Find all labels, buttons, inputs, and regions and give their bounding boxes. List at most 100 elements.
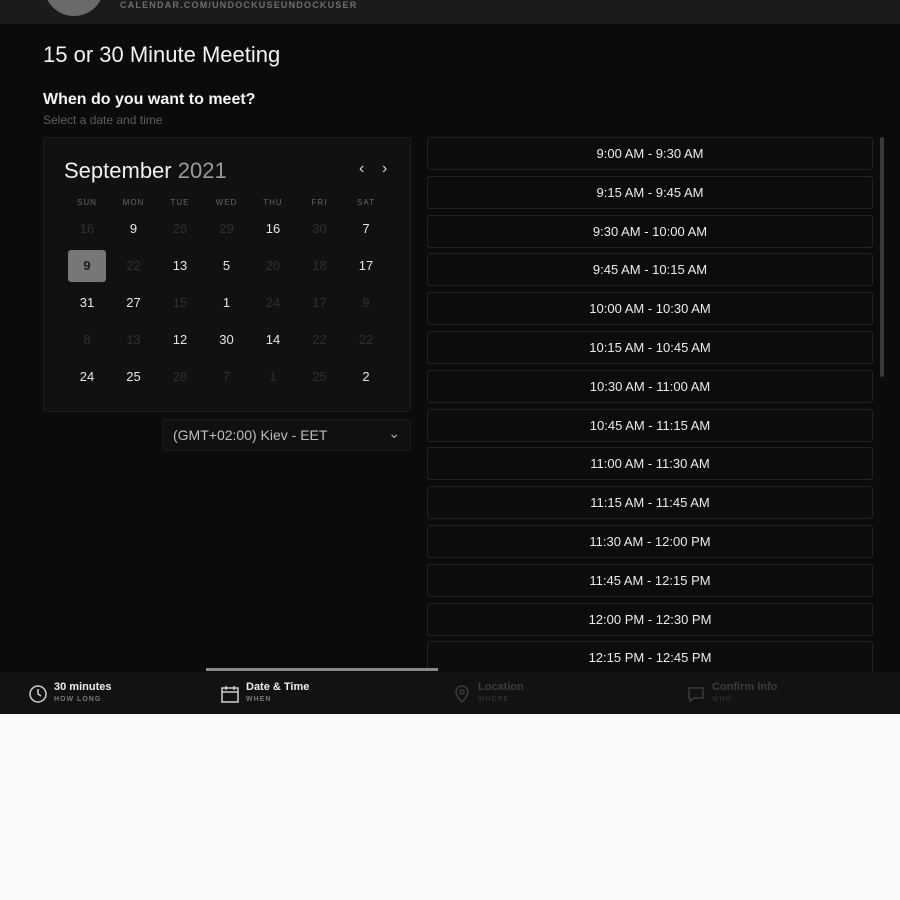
unavailable-day: 22: [358, 332, 374, 347]
calendar-week-row: 9 22 13 5 20 18 17: [64, 250, 388, 282]
unavailable-day: 20: [265, 258, 281, 273]
step-sublabel: HOW LONG: [54, 696, 102, 703]
chevron-right-icon: ›: [382, 160, 388, 177]
time-slot-button[interactable]: 10:45 AM - 11:15 AM: [427, 408, 873, 442]
time-slot-button[interactable]: 12:00 PM - 12:30 PM: [427, 602, 873, 636]
available-day[interactable]: 17: [347, 250, 385, 282]
step-confirm-info[interactable]: Confirm Info WHO: [686, 681, 866, 711]
timezone-select[interactable]: (GMT+02:00) Kiev - EET ⌄: [162, 419, 411, 451]
step-date-time[interactable]: Date & Time WHEN: [220, 681, 400, 711]
calendar-week-row: 16 9 26 29 16 30 7: [64, 213, 388, 243]
unavailable-day: 26: [172, 221, 188, 236]
location-pin-icon: [452, 684, 472, 709]
time-slot-button[interactable]: 10:30 AM - 11:00 AM: [427, 369, 873, 403]
available-day[interactable]: 9: [115, 213, 153, 245]
weekday-label: SUN: [77, 198, 97, 207]
calendar-icon: [220, 684, 240, 709]
time-slot-button[interactable]: 11:00 AM - 11:30 AM: [427, 447, 873, 481]
unavailable-day: 30: [312, 221, 327, 236]
unavailable-day: 22: [312, 332, 327, 347]
weekday-header: SUN MON TUE WED THU FRI SAT: [64, 198, 388, 210]
time-slot-button[interactable]: 9:30 AM - 10:00 AM: [427, 214, 873, 248]
available-day[interactable]: 7: [347, 213, 385, 245]
top-bar: CALENDAR.COM/UNDOCKUSEUNDOCKUSER: [0, 0, 900, 24]
available-day[interactable]: 2: [347, 361, 385, 393]
step-sublabel: WHO: [712, 696, 733, 703]
unavailable-day: 9: [362, 295, 370, 310]
calendar-week-row: 8 13 12 30 14 22 22: [64, 324, 388, 354]
available-day[interactable]: 16: [254, 213, 292, 245]
time-slot-button[interactable]: 9:15 AM - 9:45 AM: [427, 175, 873, 209]
available-day[interactable]: 1: [208, 287, 246, 319]
month-year-label: September 2021: [64, 158, 227, 184]
unavailable-day: 24: [265, 295, 281, 310]
time-slot-button[interactable]: 12:15 PM - 12:45 PM: [427, 641, 873, 672]
available-day[interactable]: 30: [208, 324, 246, 356]
next-month-button[interactable]: ›: [382, 160, 387, 178]
available-day[interactable]: 24: [68, 361, 106, 393]
time-slot-button[interactable]: 9:00 AM - 9:30 AM: [427, 137, 873, 170]
prev-month-button[interactable]: ‹: [359, 160, 364, 178]
unavailable-day: 22: [126, 258, 141, 273]
step-sublabel: WHERE: [478, 696, 510, 703]
time-slot-button[interactable]: 11:15 AM - 11:45 AM: [427, 486, 873, 520]
section-subtitle: Select a date and time: [43, 113, 163, 127]
calendar-week-row: 31 27 15 1 24 17 9: [64, 287, 388, 317]
step-progress-indicator: [206, 668, 438, 671]
unavailable-day: 16: [79, 221, 95, 236]
unavailable-day: 7: [222, 369, 231, 384]
step-30-minutes[interactable]: 30 minutes HOW LONG: [28, 681, 208, 711]
calendar-url: CALENDAR.COM/UNDOCKUSEUNDOCKUSER: [120, 0, 358, 10]
available-day[interactable]: 25: [115, 361, 153, 393]
chat-icon: [686, 684, 706, 709]
unavailable-day: 13: [126, 332, 141, 347]
available-day[interactable]: 14: [254, 324, 292, 356]
step-label: Date & Time: [246, 681, 310, 693]
available-day[interactable]: 13: [161, 250, 199, 282]
weekday-label: SAT: [357, 198, 375, 207]
unavailable-day: 29: [219, 221, 234, 236]
available-day[interactable]: 12: [161, 324, 199, 356]
step-label: Location: [478, 681, 524, 693]
avatar: [44, 0, 104, 16]
unavailable-day: 28: [172, 369, 188, 384]
unavailable-day: 1: [269, 369, 277, 384]
weekday-label: THU: [263, 198, 283, 207]
step-location[interactable]: Location WHERE: [452, 681, 632, 711]
available-day[interactable]: 27: [115, 287, 153, 319]
available-day[interactable]: 5: [208, 250, 246, 282]
booking-steps-bar: 30 minutes HOW LONG Date & Time WHEN Locatio…: [0, 672, 900, 714]
year-label: 2021: [177, 158, 227, 183]
calendar-week-row: 24 25 28 7 1 25 2: [64, 361, 388, 391]
time-slot-button[interactable]: 11:45 AM - 12:15 PM: [427, 563, 873, 597]
chevron-left-icon: ‹: [359, 160, 365, 177]
section-heading: When do you want to meet?: [43, 91, 256, 108]
page-title: 15 or 30 Minute Meeting: [43, 42, 281, 67]
time-slot-button[interactable]: 9:45 AM - 10:15 AM: [427, 253, 873, 287]
unavailable-day: 17: [312, 295, 327, 310]
unavailable-day: 18: [312, 258, 327, 273]
weekday-label: FRI: [311, 198, 328, 207]
unavailable-day: 8: [83, 332, 91, 347]
booking-app: CALENDAR.COM/UNDOCKUSEUNDOCKUSER 15 or 3…: [0, 0, 900, 714]
time-slot-list[interactable]: 9:00 AM - 9:30 AM 9:15 AM - 9:45 AM 9:30 A…: [427, 137, 873, 672]
selected-day[interactable]: 9: [68, 250, 106, 282]
date-picker: September 2021 ‹ › SUN MON TUE WED THU FRI SAT…: [43, 137, 411, 412]
chevron-down-icon: ⌄: [388, 425, 400, 441]
timezone-value: (GMT+02:00) Kiev - EET: [173, 427, 328, 443]
step-label: 30 minutes: [54, 681, 112, 693]
time-slot-button[interactable]: 10:15 AM - 10:45 AM: [427, 331, 873, 364]
month-label: September: [64, 158, 172, 183]
available-day[interactable]: 31: [68, 287, 106, 319]
weekday-label: TUE: [170, 198, 190, 207]
unavailable-day: 25: [312, 369, 327, 384]
step-sublabel: WHEN: [246, 696, 272, 703]
slot-list-scrollbar[interactable]: [880, 137, 884, 377]
time-slot-button[interactable]: 10:00 AM - 10:30 AM: [427, 292, 873, 326]
unavailable-day: 15: [172, 295, 188, 310]
clock-icon: [28, 684, 48, 709]
step-label: Confirm Info: [712, 681, 778, 693]
weekday-label: MON: [122, 198, 145, 207]
time-slot-button[interactable]: 11:30 AM - 12:00 PM: [427, 525, 873, 558]
weekday-label: WED: [215, 198, 238, 207]
